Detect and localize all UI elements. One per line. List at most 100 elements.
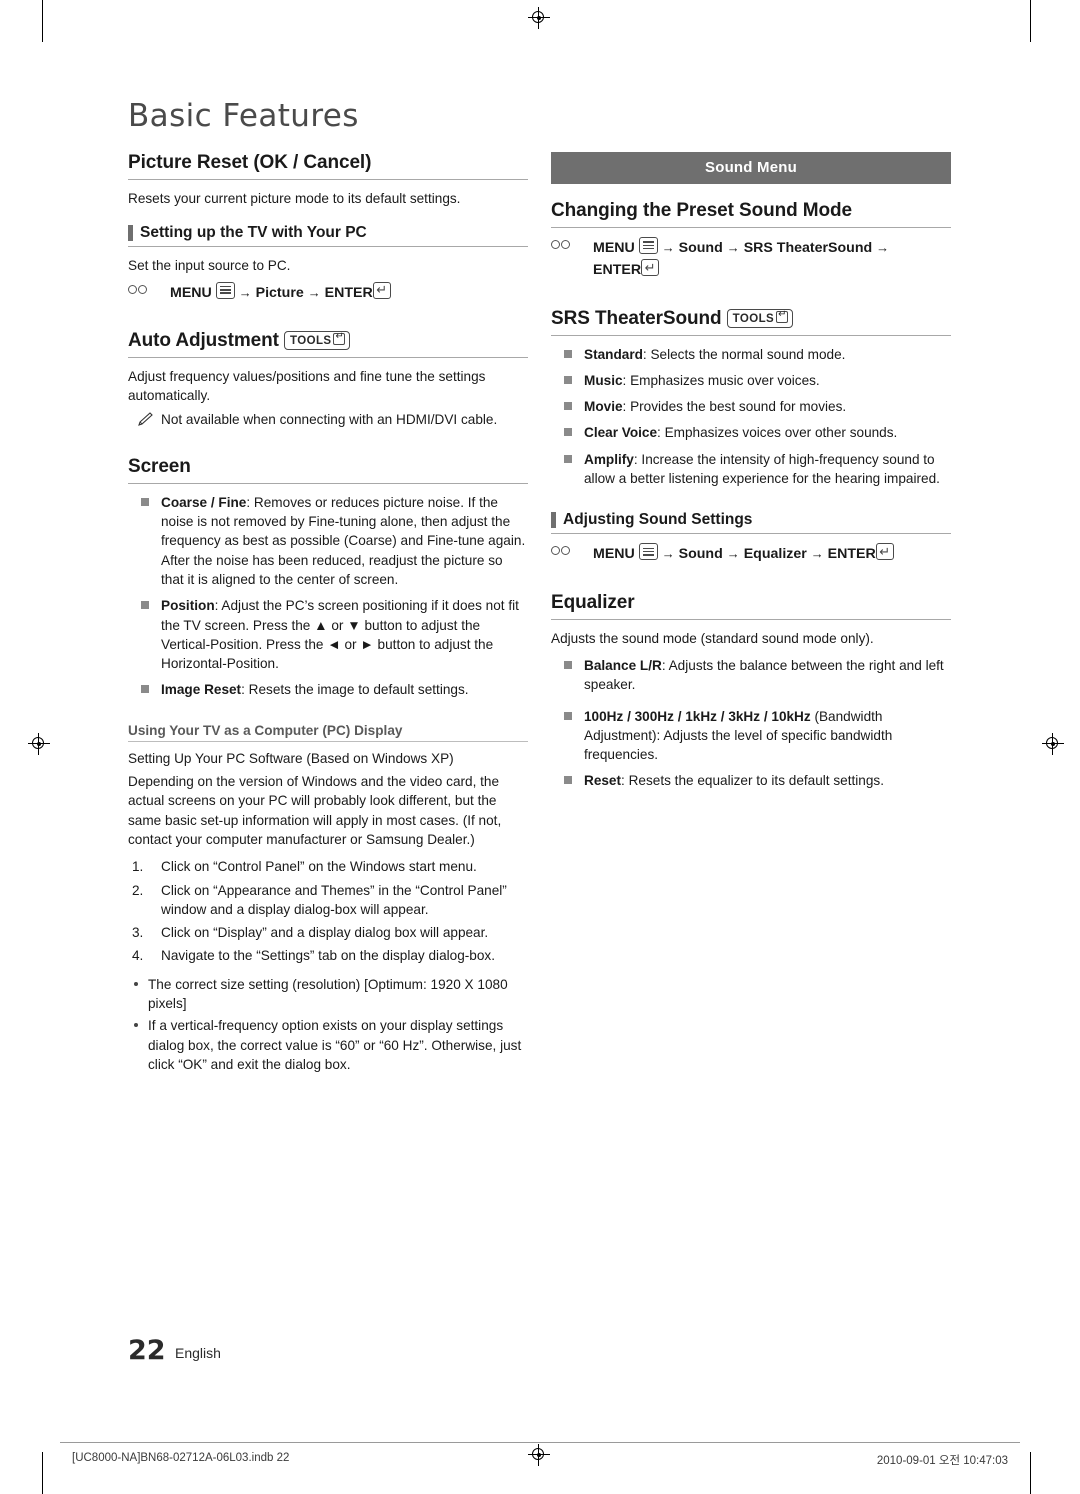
menu-hamburger-icon [638,237,658,254]
list-item: Position: Adjust the PC’s screen positio… [128,596,528,673]
list-item-label: Movie [584,399,623,415]
page-language: English [175,1345,221,1361]
right-column: Sound Menu Changing the Preset Sound Mod… [551,152,951,798]
list-item-label: Image Reset [161,682,242,698]
section-heading-auto-adjustment: Auto Adjustment TOOLS [128,330,528,358]
enter-label: ENTER [324,284,373,301]
enter-key-icon [875,542,894,561]
screen-item-list: Coarse / Fine: Removes or reduces pictur… [128,493,528,700]
auto-adjustment-body: Adjust frequency values/positions and fi… [128,368,486,404]
step-text: Click on “Control Panel” on the Windows … [161,859,477,875]
section-heading-screen: Screen [128,456,528,484]
equalizer-item-list: Balance L/R: Adjusts the balance between… [551,656,951,791]
menu-hamburger-icon [638,543,658,561]
menu-label: MENU [593,240,635,256]
list-item: Coarse / Fine: Removes or reduces pictur… [128,493,528,589]
menu-path-item-srs: SRS TheaterSound [743,240,873,256]
list-item-label: Music [584,372,623,388]
crop-mark-bottom-right [1030,1452,1032,1494]
registration-mark-right [1042,733,1064,755]
menu-path-item-equalizer: Equalizer [743,546,807,563]
oo-icon [551,543,571,564]
list-item-label: Amplify [584,451,634,467]
auto-adjustment-note-text: Not available when connecting with an HD… [161,412,498,428]
list-item-text: : Provides the best sound for movies. [622,399,847,415]
menu-path-item-sound: Sound [678,546,723,563]
step-number: 4. [132,948,144,964]
list-item: 4. Navigate to the “Settings” tab on the … [128,946,528,965]
list-item: Clear Voice: Emphasizes voices over othe… [551,423,951,442]
list-item-text: : Resets the equalizer to its default se… [621,773,884,789]
list-item: Image Reset: Resets the image to default… [128,680,528,699]
enter-key-icon [641,258,660,277]
page-number: 22 [128,1335,166,1366]
list-item-text: : Selects the normal sound mode. [642,346,846,362]
pc-display-notes: The correct size setting (resolution) [O… [128,975,528,1074]
step-number: 1. [132,859,144,875]
tools-badge: TOOLS [284,330,351,351]
list-item-text: : Emphasizes music over voices. [622,372,820,388]
footer-timestamp: 2010-09-01 오전 10:47:03 [876,1455,1008,1467]
tools-label: TOOLS [732,312,775,325]
auto-adjustment-note: Not available when connecting with an HD… [128,410,528,429]
list-item: 1. Click on “Control Panel” on the Window… [128,857,528,876]
list-item-text: : Increase the intensity of high-frequen… [584,451,940,487]
pc-display-heading: Using Your TV as a Computer (PC) Display [128,723,528,742]
arrow-icon: → [810,546,824,562]
step-text: Click on “Appearance and Themes” in the … [161,882,507,917]
menu-path-equalizer: MENU → Sound → Equalizer → ENTER [551,542,951,565]
list-item-text: : Emphasizes voices over other sounds. [657,425,898,441]
footer-filename: [UC8000-NA]BN68-02712A-06L03.indb 22 [72,1452,290,1464]
auto-adjustment-title: Auto Adjustment [128,329,279,351]
list-item-label: Standard [584,346,643,362]
section-heading-srs: SRS TheaterSound TOOLS [551,308,951,336]
menu-hamburger-icon [215,281,235,299]
section-heading-picture-reset: Picture Reset (OK / Cancel) [128,152,528,180]
footer-divider [60,1442,1020,1443]
step-number: 2. [132,882,144,898]
menu-label: MENU [170,284,212,301]
list-item-label: Reset [584,773,622,789]
enter-key-icon [372,280,391,300]
tools-badge: TOOLS [726,308,794,329]
registration-mark-left [28,733,50,755]
srs-item-list: Standard: Selects the normal sound mode.… [551,345,951,489]
list-item: 2. Click on “Appearance and Themes” in th… [128,881,528,920]
list-item-label: 100Hz / 300Hz / 1kHz / 3kHz / 10kHz [584,708,811,724]
srs-title: SRS TheaterSound [551,307,722,329]
list-item-label: Balance L/R [584,657,662,673]
registration-mark-bottom [528,1444,550,1466]
list-item-text: : Adjust the PC’s screen positioning if … [161,598,519,672]
arrow-icon: → [726,546,740,562]
crop-mark-top-left [42,0,44,42]
left-column: Picture Reset (OK / Cancel) Resets your … [128,152,528,1077]
oo-icon [551,237,571,258]
pc-display-body: Depending on the version of Windows and … [128,774,502,847]
arrow-icon: → [238,284,252,300]
list-item: 100Hz / 300Hz / 1kHz / 3kHz / 10kHz (Ban… [551,707,951,765]
list-item: 3. Click on “Display” and a display dialo… [128,923,528,942]
pc-display-steps: 1. Click on “Control Panel” on the Window… [128,857,528,965]
picture-reset-body: Resets your current picture mode to its … [128,191,461,206]
oo-icon [128,282,148,303]
menu-label: MENU [593,546,635,563]
step-text: Click on “Display” and a display dialog … [161,925,489,941]
crop-mark-bottom-left [42,1452,44,1494]
menu-path-item-sound: Sound [678,240,723,256]
list-item-text: : Resets the image to default settings. [241,682,469,698]
step-number: 3. [132,925,144,941]
menu-path-picture: MENU → Picture → ENTER [128,280,528,304]
menu-path-preset-sound: MENU → Sound → SRS TheaterSound → ENTER [551,237,951,282]
menu-path-item-picture: Picture [255,284,304,301]
step-text: Navigate to the “Settings” tab on the di… [161,948,496,964]
crop-mark-top-right [1030,0,1032,42]
arrow-icon: → [661,546,675,562]
equalizer-body: Adjusts the sound mode (standard sound m… [551,630,874,646]
tools-label: TOOLS [290,334,332,347]
section-heading-preset-sound: Changing the Preset Sound Mode [551,200,951,228]
list-item: Amplify: Increase the intensity of high-… [551,450,951,489]
arrow-icon: → [876,240,890,255]
list-item: Movie: Provides the best sound for movie… [551,397,951,416]
arrow-icon: → [307,284,321,300]
subsection-heading-setting-up-pc: Setting up the TV with Your PC [128,224,528,248]
